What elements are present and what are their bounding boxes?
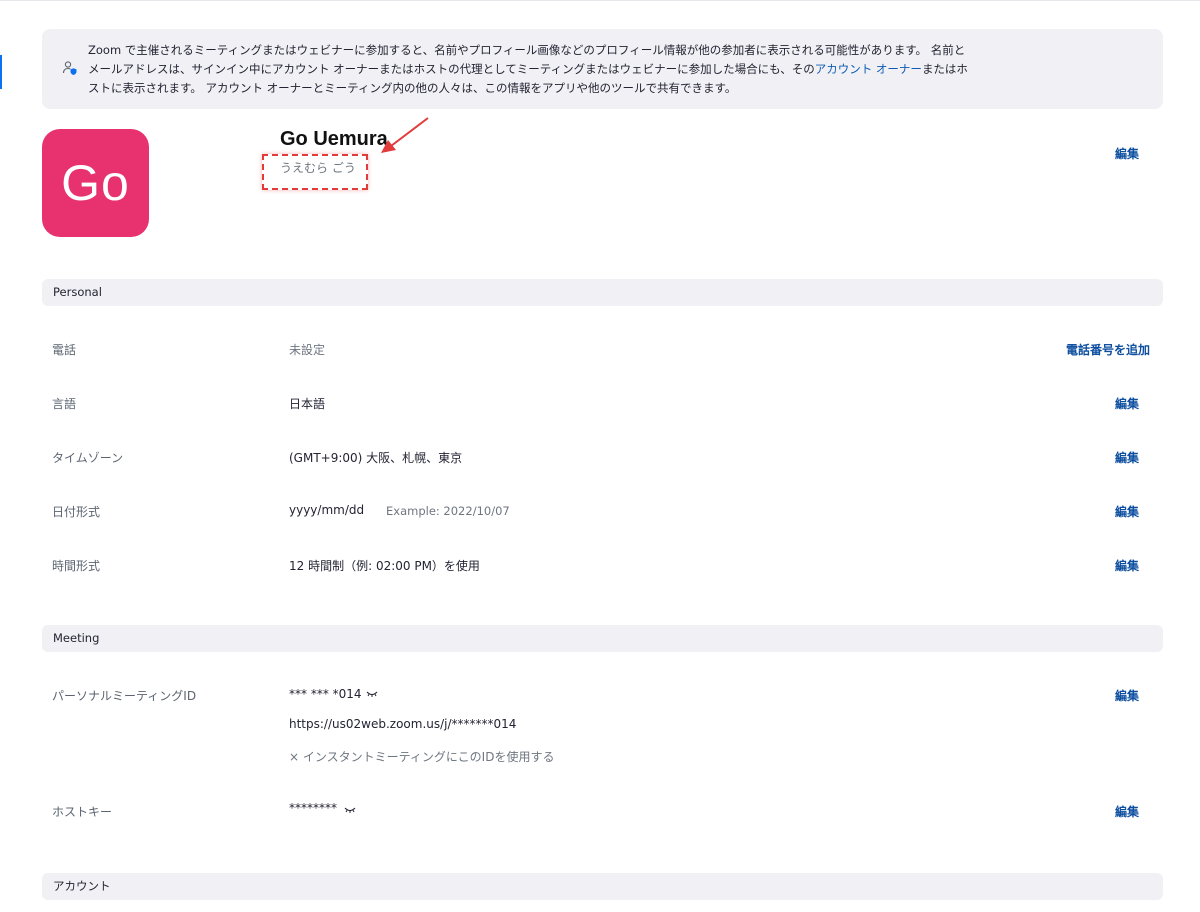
notice-line-2-suffix: またはホ <box>921 62 968 76</box>
profile-edit-button[interactable]: 編集 <box>1115 145 1139 162</box>
language-edit-button[interactable]: 編集 <box>1115 395 1139 412</box>
date-format-value: yyyy/mm/dd <box>289 503 365 517</box>
date-format-example: Example: 2022/10/07 <box>386 504 510 518</box>
profile-phonetic-name: うえむら ごう <box>280 161 356 175</box>
language-value: 日本語 <box>289 397 326 411</box>
notice-line-2-prefix: メールアドレスは、サインイン中にアカウント オーナーまたはホストの代理としてミー… <box>88 62 815 76</box>
pmi-label: パーソナルミーティングID <box>52 689 197 703</box>
account-owner-link[interactable]: アカウント オーナー <box>815 62 922 76</box>
user-shield-icon <box>62 61 77 75</box>
date-format-label: 日付形式 <box>52 505 101 519</box>
show-pmi-eye-icon[interactable] <box>366 690 378 698</box>
profile-avatar[interactable]: Go <box>42 129 149 237</box>
date-format-edit-button[interactable]: 編集 <box>1115 503 1139 520</box>
instant-meeting-pmi-option: × インスタントミーティングにこのIDを使用する <box>289 750 555 764</box>
phone-label: 電話 <box>52 343 77 357</box>
notice-line-1: Zoom で主催されるミーティングまたはウェビナーに参加すると、名前やプロフィー… <box>88 43 966 57</box>
section-header-personal: Personal <box>42 279 1163 306</box>
language-label: 言語 <box>52 397 77 411</box>
time-format-edit-button[interactable]: 編集 <box>1115 557 1139 574</box>
phone-value: 未設定 <box>289 343 326 357</box>
host-key-edit-button[interactable]: 編集 <box>1115 803 1139 820</box>
pmi-edit-button[interactable]: 編集 <box>1115 687 1139 704</box>
host-key-value: ******** <box>289 801 337 815</box>
profile-page: Zoom で主催されるミーティングまたはウェビナーに参加すると、名前やプロフィー… <box>0 0 1200 912</box>
profile-display-name: Go Uemura <box>280 128 388 150</box>
time-format-value: 12 時間制（例: 02:00 PM）を使用 <box>289 559 480 573</box>
nav-active-indicator <box>0 55 2 89</box>
privacy-notice-banner: Zoom で主催されるミーティングまたはウェビナーに参加すると、名前やプロフィー… <box>42 29 1163 109</box>
show-host-key-eye-icon[interactable] <box>344 806 356 814</box>
add-phone-button[interactable]: 電話番号を追加 <box>1066 341 1150 358</box>
section-header-account: アカウント <box>42 873 1163 900</box>
timezone-value: (GMT+9:00) 大阪、札幌、東京 <box>289 451 463 465</box>
host-key-label: ホストキー <box>52 805 113 819</box>
notice-line-3: ストに表示されます。 アカウント オーナーとミーティング内の他の人々は、この情報… <box>88 81 737 95</box>
timezone-edit-button[interactable]: 編集 <box>1115 449 1139 466</box>
timezone-label: タイムゾーン <box>52 451 124 465</box>
notice-line-2: メールアドレスは、サインイン中にアカウント オーナーまたはホストの代理としてミー… <box>88 60 1088 79</box>
annotation-arrow-icon <box>381 117 429 153</box>
section-header-meeting: Meeting <box>42 625 1163 652</box>
pmi-url[interactable]: https://us02web.zoom.us/j/*******014 <box>289 717 516 731</box>
privacy-notice-text: Zoom で主催されるミーティングまたはウェビナーに参加すると、名前やプロフィー… <box>88 41 1088 98</box>
time-format-label: 時間形式 <box>52 559 101 573</box>
pmi-value: *** *** *014 <box>289 687 362 701</box>
